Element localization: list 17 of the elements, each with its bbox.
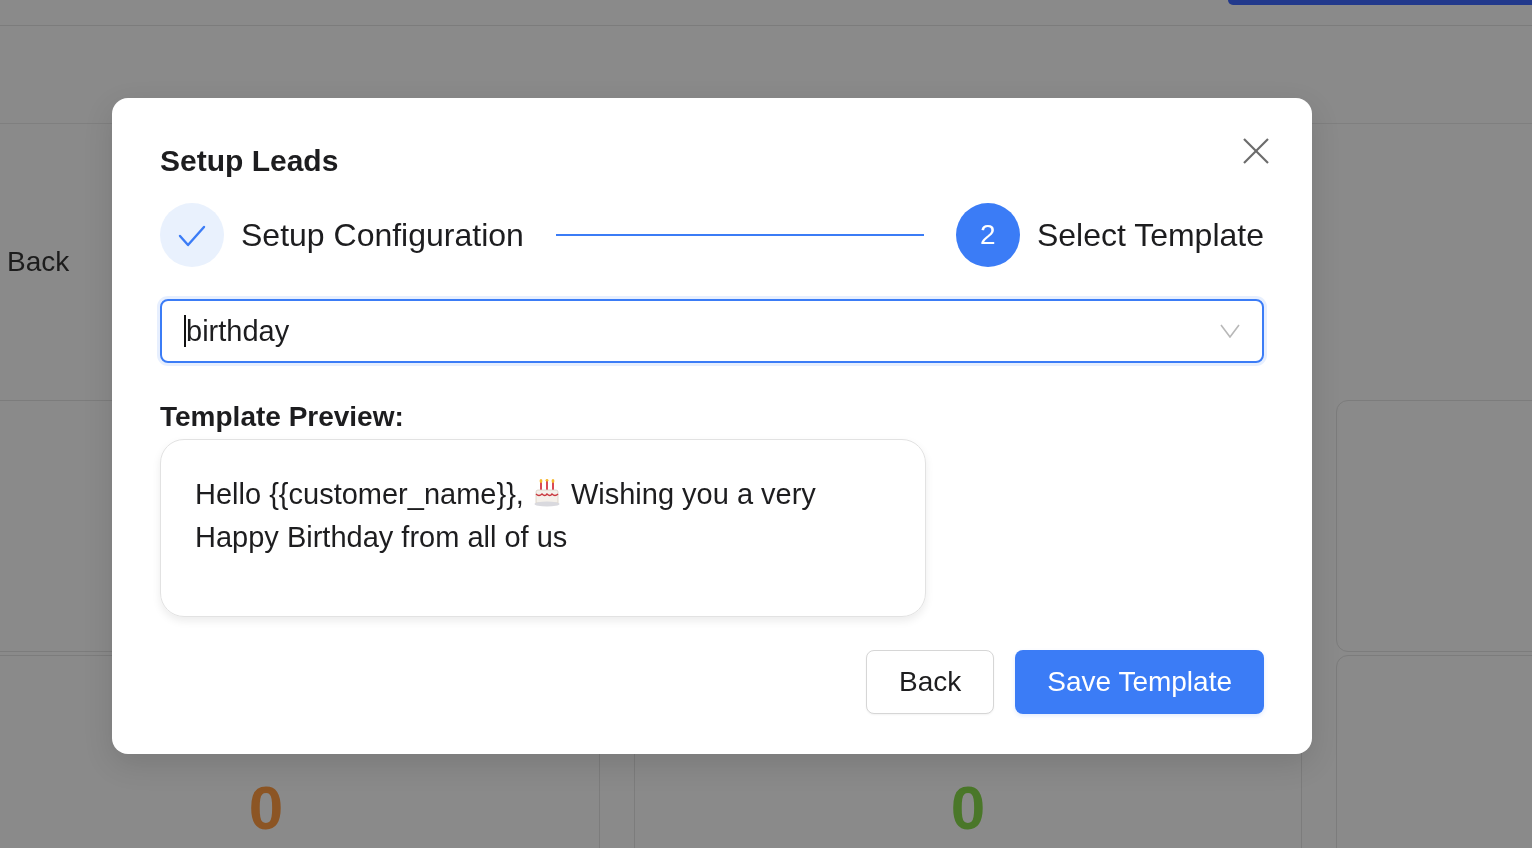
step-label: Setup Configuration <box>241 216 524 254</box>
save-template-button[interactable]: Save Template <box>1015 650 1264 714</box>
stat-value: 0 <box>248 777 284 839</box>
cake-icon <box>533 479 560 507</box>
close-icon <box>1242 137 1270 165</box>
template-select[interactable]: birthday <box>160 299 1264 363</box>
step-label: Select Template <box>1036 216 1264 254</box>
text-cursor-icon <box>184 315 186 347</box>
back-button[interactable]: Back <box>866 650 995 714</box>
preview-message: Hello {{customer_name}}, Wishing you a very Happy Birthday from all of us <box>195 477 817 555</box>
close-button[interactable] <box>1242 137 1270 165</box>
preview-label: Template Preview: <box>160 401 404 433</box>
chevron-down-icon <box>1220 324 1240 338</box>
step-indicator: 2 <box>955 203 1020 267</box>
dialog-title: Setup Leads <box>160 143 339 179</box>
back-link[interactable]: Back <box>7 246 70 278</box>
stat-value: 0 <box>950 777 986 839</box>
